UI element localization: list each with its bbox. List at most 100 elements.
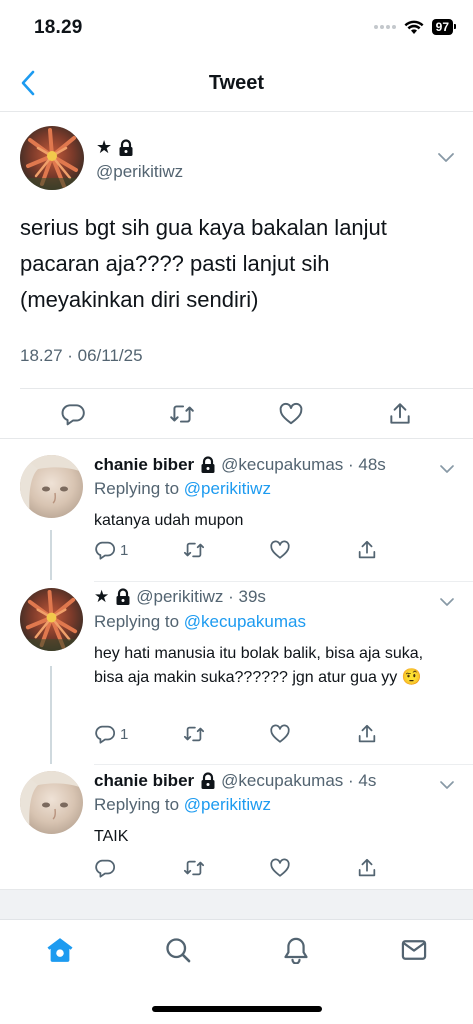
replying-to-label: Replying to	[94, 795, 180, 814]
tweet-timestamp[interactable]: 18.27 · 06/11/25	[20, 346, 143, 366]
reply-text: katanya udah mupon	[94, 512, 244, 529]
heart-icon	[279, 402, 303, 425]
share-icon	[358, 540, 376, 559]
retweet-button[interactable]	[182, 857, 206, 879]
handle-and-time[interactable]: @kecupakumas · 48s	[221, 455, 386, 475]
tab-search[interactable]	[162, 934, 194, 966]
more-options-button[interactable]	[437, 150, 455, 168]
page-title: Tweet	[208, 72, 265, 94]
heart-icon	[270, 858, 290, 877]
display-name[interactable]: ★	[96, 137, 134, 158]
retweet-button[interactable]	[168, 400, 196, 428]
reply-button[interactable]: 1	[94, 539, 128, 561]
retweet-button[interactable]	[182, 723, 206, 745]
tweet-text: serius bgt sih gua kaya bakalan lanjut p…	[20, 215, 387, 312]
like-button[interactable]	[277, 400, 305, 428]
status-time: 18.29	[34, 17, 83, 38]
retweet-icon	[170, 405, 194, 423]
reply-button[interactable]	[94, 857, 120, 879]
lock-icon	[115, 588, 131, 606]
lock-icon	[200, 772, 216, 790]
notifications-icon	[284, 937, 308, 964]
reply-actions: 1	[94, 723, 394, 747]
replying-to-mention[interactable]: @perikitiwz	[184, 795, 271, 814]
divider	[94, 581, 473, 582]
replying-to: Replying to @perikitiwz	[94, 795, 271, 815]
handle-and-time[interactable]: @perikitiwz · 39s	[136, 587, 266, 607]
share-icon	[358, 724, 376, 743]
replying-to-mention[interactable]: @perikitiwz	[184, 479, 271, 498]
display-name-text: ★	[96, 137, 113, 157]
like-button[interactable]	[269, 723, 291, 745]
like-button[interactable]	[269, 857, 291, 879]
avatar[interactable]	[20, 771, 83, 834]
display-name[interactable]: chanie biber	[94, 455, 194, 475]
heart-icon	[270, 724, 290, 743]
share-button[interactable]	[356, 723, 378, 745]
battery-icon: 97	[431, 19, 457, 35]
lock-icon	[200, 456, 216, 474]
status-bar: 18.29 97	[0, 0, 473, 56]
tab-messages[interactable]	[398, 934, 430, 966]
search-icon	[166, 938, 191, 963]
divider	[20, 388, 473, 389]
reply-button[interactable]	[59, 400, 87, 428]
chevron-down-icon	[440, 598, 454, 606]
reply-header: ★ @perikitiwz · 39s	[94, 587, 266, 607]
wifi-icon	[404, 20, 424, 34]
divider	[94, 764, 473, 765]
reply-actions	[94, 857, 394, 881]
reply-text: TAIK	[94, 828, 129, 845]
chevron-down-icon	[438, 153, 454, 162]
reply-icon	[95, 859, 116, 878]
avatar[interactable]	[20, 588, 83, 651]
messages-icon	[401, 940, 427, 960]
replying-to: Replying to @kecupakumas	[94, 612, 306, 632]
chevron-down-icon	[440, 465, 454, 473]
share-button[interactable]	[356, 539, 378, 561]
feed-end-band	[0, 889, 473, 919]
reply-icon	[61, 404, 85, 426]
heart-icon	[270, 540, 290, 559]
handle-and-time[interactable]: @kecupakumas · 4s	[221, 771, 376, 791]
replying-to-label: Replying to	[94, 612, 180, 631]
reply-actions: 1	[94, 539, 394, 563]
tweet-actions	[0, 390, 473, 438]
display-name[interactable]: chanie biber	[94, 771, 194, 791]
tab-home[interactable]	[44, 934, 76, 966]
home-indicator	[152, 1006, 322, 1012]
replying-to: Replying to @perikitiwz	[94, 479, 271, 499]
home-icon	[47, 938, 73, 962]
tab-notifications[interactable]	[280, 934, 312, 966]
more-options-button[interactable]	[439, 461, 455, 479]
reply-header: chanie biber @kecupakumas · 4s	[94, 771, 376, 791]
divider	[0, 438, 473, 439]
reply-header: chanie biber @kecupakumas · 48s	[94, 455, 386, 475]
replying-to-mention[interactable]: @kecupakumas	[184, 612, 306, 631]
avatar[interactable]	[20, 455, 83, 518]
more-options-button[interactable]	[439, 594, 455, 612]
lock-icon	[119, 138, 133, 156]
display-name[interactable]: ★	[94, 587, 109, 607]
reply-icon	[95, 725, 116, 744]
reply-count: 1	[120, 725, 129, 743]
avatar[interactable]	[20, 126, 84, 190]
reply-button[interactable]: 1	[94, 723, 128, 745]
like-button[interactable]	[269, 539, 291, 561]
chevron-down-icon	[440, 781, 454, 789]
more-options-button[interactable]	[439, 777, 455, 795]
share-icon	[390, 403, 410, 424]
retweet-icon	[183, 860, 205, 876]
retweet-icon	[183, 542, 205, 558]
thread-line	[50, 666, 52, 764]
share-button[interactable]	[356, 857, 378, 879]
status-icons: 97	[373, 19, 457, 35]
retweet-icon	[183, 726, 205, 742]
handle[interactable]: @perikitiwz	[96, 162, 183, 182]
cellular-signal-icon	[373, 25, 396, 29]
share-icon	[358, 858, 376, 877]
share-button[interactable]	[386, 400, 414, 428]
retweet-button[interactable]	[182, 539, 206, 561]
reply-text: hey hati manusia itu bolak balik, bisa a…	[94, 645, 424, 686]
nav-bar: Tweet	[0, 56, 473, 112]
